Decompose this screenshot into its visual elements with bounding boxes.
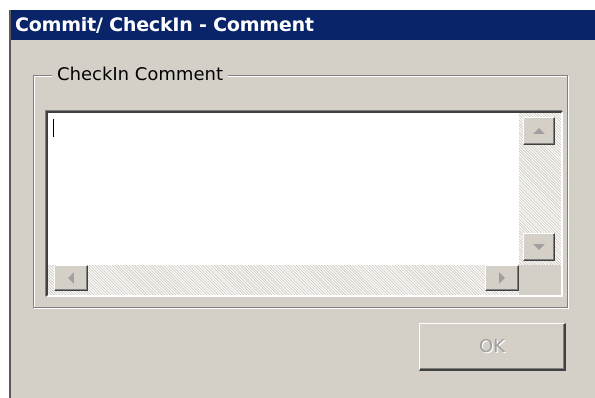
groupbox-label: CheckIn Comment [52,63,228,87]
ok-button[interactable]: OK [419,323,566,371]
scroll-right-button[interactable] [485,265,519,291]
scroll-left-button[interactable] [54,265,88,291]
comment-textarea[interactable] [46,111,563,297]
scroll-up-button[interactable] [523,117,555,145]
comment-text-area[interactable] [48,113,519,265]
arrow-up-icon [533,128,545,134]
dialog-title: Commit/ CheckIn - Comment [11,10,595,40]
arrow-down-icon [533,244,545,250]
scrollbar-corner [519,265,561,295]
text-caret [53,119,54,137]
arrow-right-icon [499,272,505,284]
arrow-left-icon [68,272,74,284]
scroll-down-button[interactable] [523,233,555,261]
horizontal-scrollbar[interactable] [48,265,519,295]
